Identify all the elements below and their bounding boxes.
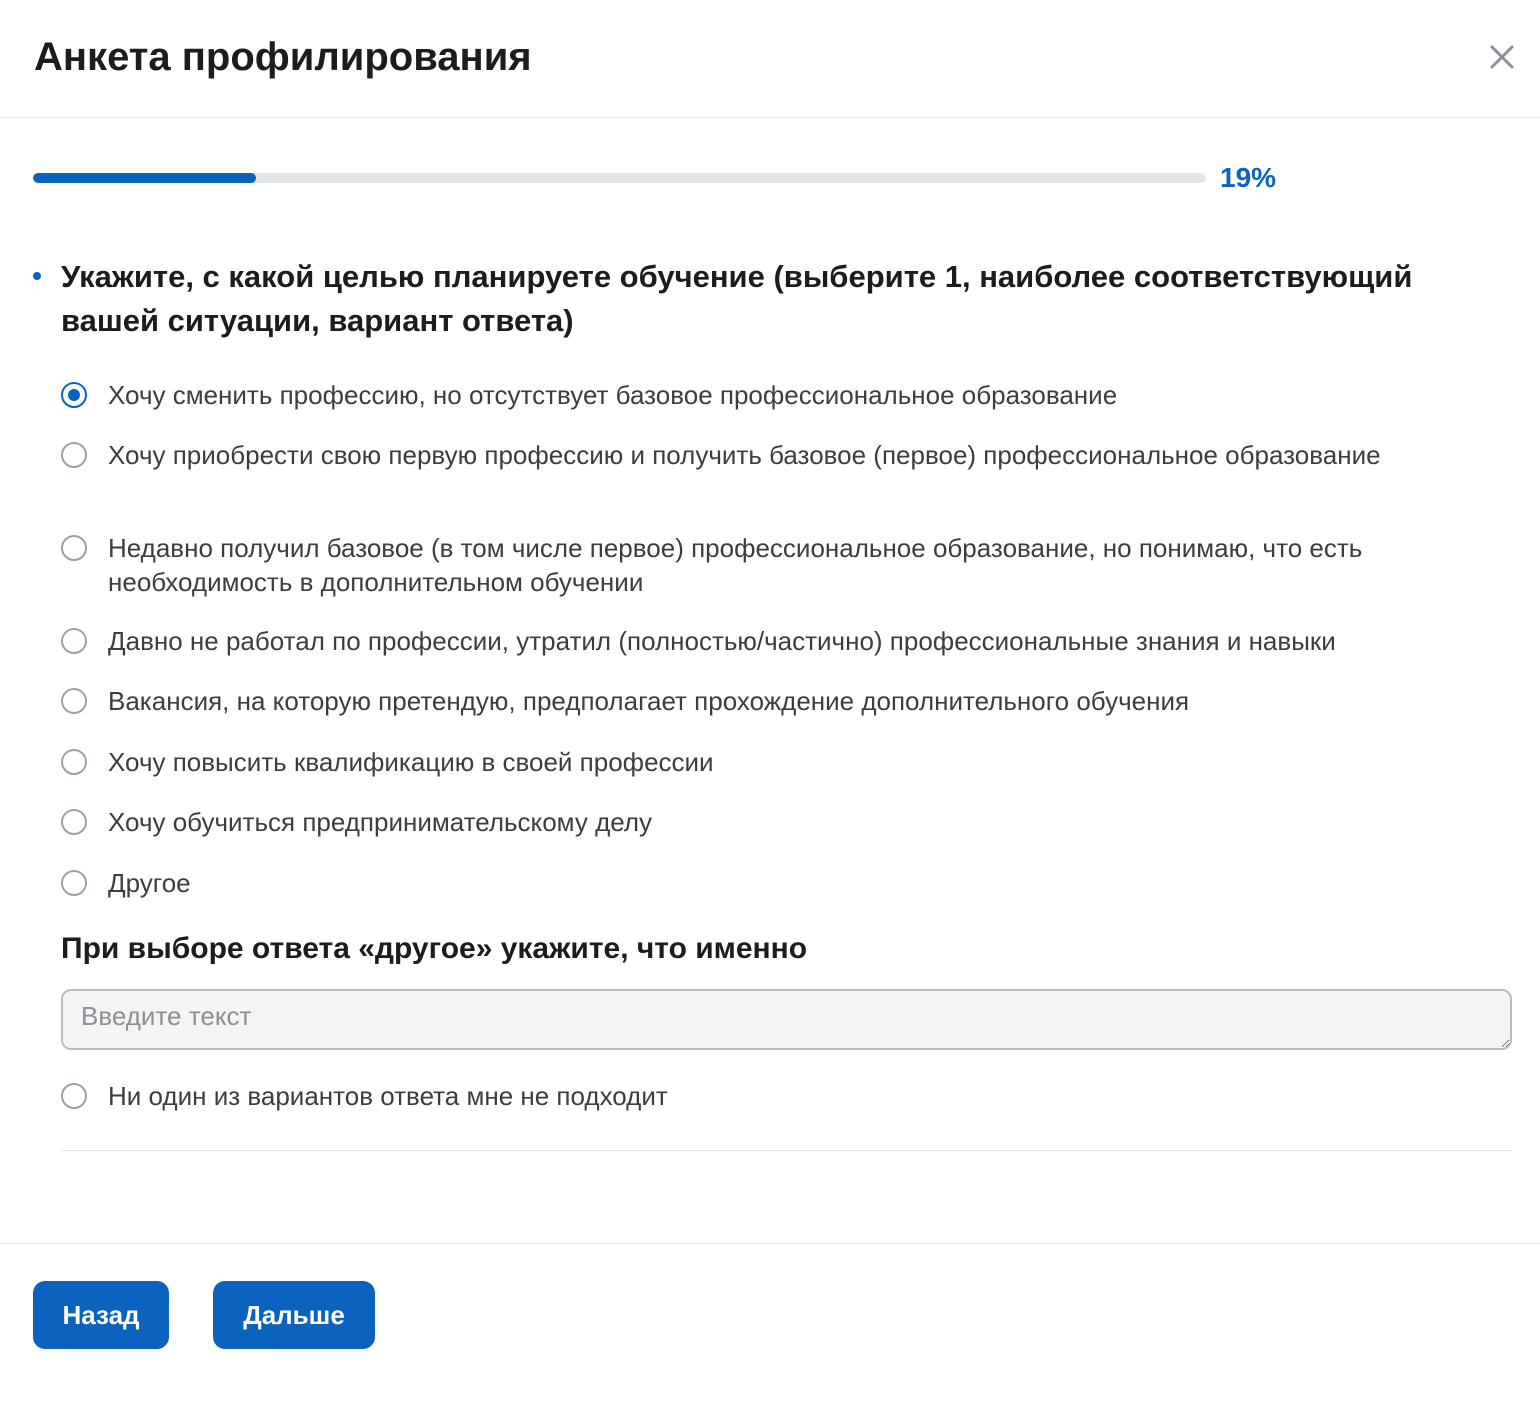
question-bullet <box>33 272 41 280</box>
footer-divider <box>0 1243 1540 1244</box>
option-label: Ни один из вариантов ответа мне не подхо… <box>108 1081 668 1111</box>
close-icon <box>1490 45 1514 69</box>
other-field-title: При выборе ответа «другое» укажите, что … <box>61 932 808 965</box>
option-label: Хочу сменить профессию, но отсутствует б… <box>108 380 1118 410</box>
option-label: Другое <box>108 868 191 898</box>
other-text-input[interactable] <box>61 989 1512 1050</box>
progress-bar-fill <box>33 173 256 183</box>
radio-button[interactable] <box>61 870 87 896</box>
question-text: Укажите, с какой целью планируете обучен… <box>61 259 1413 338</box>
close-button[interactable] <box>1482 38 1522 78</box>
option-label: Давно не работал по профессии, утратил (… <box>108 626 1336 656</box>
next-button[interactable]: Дальше <box>213 1281 375 1349</box>
radio-button[interactable] <box>61 382 87 408</box>
option-label: Хочу обучиться предпринимательскому делу <box>108 807 653 837</box>
radio-button[interactable] <box>61 688 87 714</box>
option-label: Вакансия, на которую претендую, предпола… <box>108 686 1190 716</box>
radio-button[interactable] <box>61 535 87 561</box>
radio-button[interactable] <box>61 809 87 835</box>
radio-button[interactable] <box>61 1083 87 1109</box>
section-divider <box>61 1150 1512 1151</box>
back-button[interactable]: Назад <box>33 1281 169 1349</box>
page-title: Анкета профилирования <box>34 35 532 79</box>
radio-button[interactable] <box>61 749 87 775</box>
option-label: Хочу повысить квалификацию в своей профе… <box>108 747 714 777</box>
radio-button[interactable] <box>61 628 87 654</box>
progress-bar <box>33 173 1206 183</box>
option-label: Недавно получил базовое (в том числе пер… <box>108 533 1363 597</box>
modal-header: Анкета профилирования <box>0 0 1540 118</box>
option-label: Хочу приобрести свою первую профессию и … <box>108 440 1381 470</box>
progress-percent: 19% <box>1220 162 1277 193</box>
radio-button[interactable] <box>61 442 87 468</box>
